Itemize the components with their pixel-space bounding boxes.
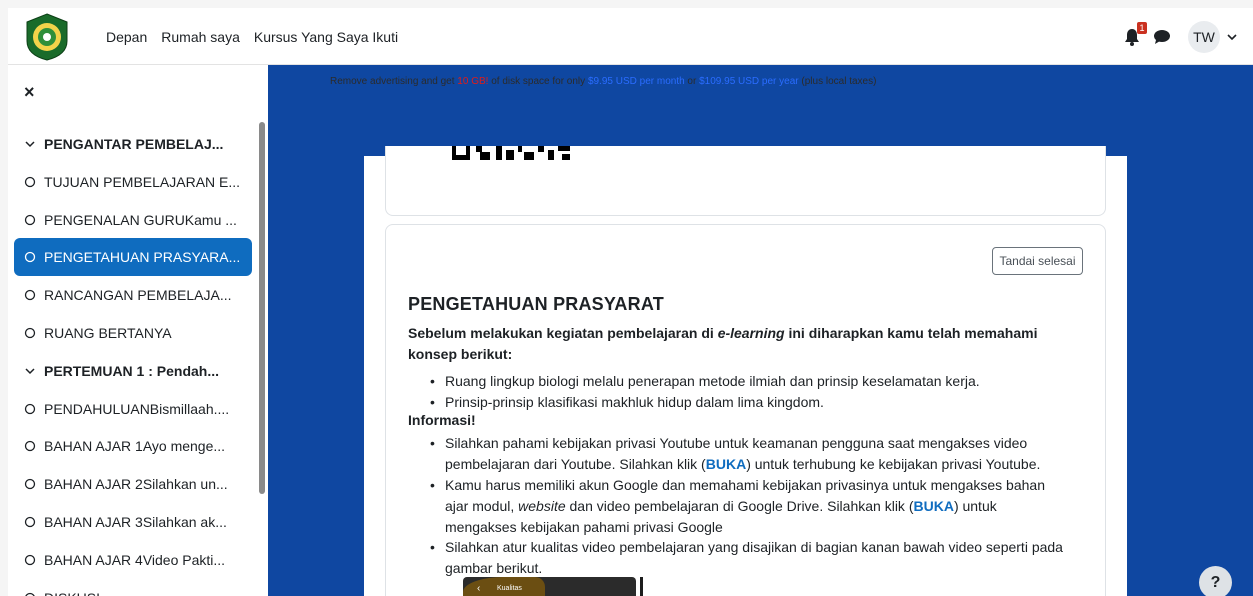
sidebar-item-label: TUJUAN PEMBELAJARAN E... [44, 173, 241, 190]
sidebar-item-label: RUANG BERTANYA [44, 325, 172, 341]
thumb-divider [640, 577, 643, 596]
completion-circle-icon [24, 214, 36, 225]
course-index-drawer: × PENGANTAR PEMBELAJ... TUJUAN PEMBELAJAR… [8, 65, 268, 596]
page-left-margin [0, 0, 8, 596]
chevron-down-icon[interactable] [24, 138, 36, 150]
top-navbar: Depan Rumah saya Kursus Yang Saya Ikuti … [8, 8, 1253, 65]
sidebar-item-label: DISKUSI [44, 590, 100, 596]
ad-banner[interactable]: Remove advertising and get 10 GB! of dis… [330, 76, 876, 87]
sidebar-section[interactable]: PENGANTAR PEMBELAJ... [14, 125, 252, 163]
info-bullet: Silahkan pahami kebijakan privasi Youtub… [430, 433, 1065, 475]
sidebar-scrollbar[interactable] [259, 122, 265, 494]
qr-code-image [452, 146, 570, 160]
sidebar-item-label: BAHAN AJAR 1Ayo menge... [44, 438, 226, 455]
ad-text: Remove advertising and get [330, 76, 458, 87]
sidebar-item-label: PENGETAHUAN PRASYARA... [44, 249, 241, 266]
completion-circle-icon [24, 176, 36, 187]
intro-text: Sebelum melakukan kegiatan pembelajaran … [408, 325, 718, 341]
sidebar-item-label: PENDAHULUANBismillaah.... [44, 400, 230, 417]
video-quality-screenshot: ‹ Kualitas [463, 577, 636, 596]
info-text: dan video pembelajaran di Google Drive. … [565, 498, 914, 514]
nav-my-courses[interactable]: Kursus Yang Saya Ikuti [254, 29, 398, 45]
sidebar-item-label: PERTEMUAN 1 : Pendah... [44, 362, 220, 379]
course-content-panel: Tandai selesai PENGETAHUAN PRASYARAT Seb… [364, 146, 1127, 596]
info-bullet: Silahkan atur kualitas video pembelajara… [430, 537, 1065, 579]
completion-circle-icon [25, 592, 35, 596]
info-text: ) untuk terhubung ke kebijakan privasi Y… [746, 456, 1041, 472]
thumb-label: Kualitas [497, 585, 522, 592]
ad-monthly-price[interactable]: $9.95 USD per month [588, 76, 685, 87]
intro-emphasis: e-learning [717, 325, 785, 341]
activity-title: PENGETAHUAN PRASYARAT [408, 294, 664, 314]
sidebar-item[interactable]: RANCANGAN PEMBELAJA... [14, 276, 252, 314]
ad-yearly-price[interactable]: $109.95 USD per year [699, 76, 799, 87]
completion-circle-icon [24, 441, 36, 452]
school-logo-icon[interactable] [24, 13, 70, 61]
previous-activity-card [385, 146, 1106, 216]
completion-circle-icon [24, 479, 36, 490]
prereq-bullet: Prinsip-prinsip klasifikasi makhluk hidu… [430, 392, 1065, 413]
ad-text: of disk space for only [488, 76, 588, 87]
chevron-down-icon[interactable] [1227, 33, 1237, 41]
activity-card: Tandai selesai PENGETAHUAN PRASYARAT Seb… [385, 224, 1106, 596]
sidebar-item[interactable]: BAHAN AJAR 4Video Pakti... [14, 541, 252, 579]
main-content-area: Remove advertising and get 10 GB! of dis… [268, 65, 1253, 596]
sidebar-item[interactable]: TUJUAN PEMBELAJARAN E... [14, 163, 252, 201]
activity-intro: Sebelum melakukan kegiatan pembelajaran … [408, 323, 1048, 365]
sidebar-item[interactable]: PENDAHULUANBismillaah.... [14, 390, 252, 428]
chat-bubble-icon[interactable] [1153, 29, 1171, 45]
sidebar-item-label: PENGANTAR PEMBELAJ... [44, 136, 224, 152]
sidebar-item[interactable]: BAHAN AJAR 2Silahkan un... [14, 465, 252, 503]
sidebar-item[interactable]: RUANG BERTANYA [14, 314, 252, 352]
chevron-left-icon: ‹ [477, 583, 481, 594]
sidebar-section[interactable]: PERTEMUAN 1 : Pendah... [14, 352, 252, 390]
sidebar-item-label: BAHAN AJAR 4Video Pakti... [44, 551, 226, 568]
nav-home[interactable]: Depan [106, 29, 147, 45]
sidebar-item-label: BAHAN AJAR 2Silahkan un... [44, 476, 228, 493]
completion-circle-icon [24, 403, 36, 414]
ad-text: or [684, 76, 700, 87]
chevron-down-icon[interactable] [24, 365, 36, 377]
info-heading: Informasi! [408, 412, 476, 428]
completion-circle-icon [24, 327, 36, 339]
google-policy-link[interactable]: BUKA [913, 498, 953, 514]
sidebar-item[interactable]: BAHAN AJAR 3Silahkan ak... [14, 503, 252, 541]
sidebar-item[interactable]: PENGETAHUAN PRASYARA... [14, 238, 252, 277]
user-avatar[interactable]: TW [1188, 21, 1220, 53]
nav-dashboard[interactable]: Rumah saya [161, 29, 240, 45]
mark-done-button[interactable]: Tandai selesai [992, 247, 1083, 275]
sidebar-item[interactable]: DISKUSI [14, 579, 252, 596]
completion-circle-icon [24, 554, 36, 565]
main-nav: Depan Rumah saya Kursus Yang Saya Ikuti [106, 8, 398, 65]
ad-highlight: 10 GB! [457, 76, 489, 87]
info-bullet: Kamu harus memiliki akun Google dan mema… [430, 475, 1065, 538]
completion-circle-icon [24, 290, 36, 301]
notification-badge: 1 [1137, 22, 1147, 34]
prereq-bullet: Ruang lingkup biologi melalu penerapan m… [430, 371, 1065, 392]
completion-circle-icon [24, 516, 36, 528]
page-top-margin [0, 0, 1253, 8]
sidebar-item[interactable]: BAHAN AJAR 1Ayo menge... [14, 427, 252, 465]
completion-circle-icon [24, 252, 36, 263]
sidebar-item-label: PENGENALAN GURUKamu ... [44, 211, 237, 228]
sidebar-item-label: BAHAN AJAR 3Silahkan ak... [44, 514, 227, 530]
ad-text: (plus local taxes) [798, 76, 877, 87]
sidebar-item[interactable]: PENGENALAN GURUKamu ... [14, 201, 252, 239]
youtube-policy-link[interactable]: BUKA [706, 456, 746, 472]
close-icon[interactable]: × [24, 82, 35, 103]
info-emphasis: website [518, 498, 566, 514]
help-button[interactable]: ? [1199, 566, 1232, 596]
sidebar-item-label: RANCANGAN PEMBELAJA... [44, 287, 232, 304]
